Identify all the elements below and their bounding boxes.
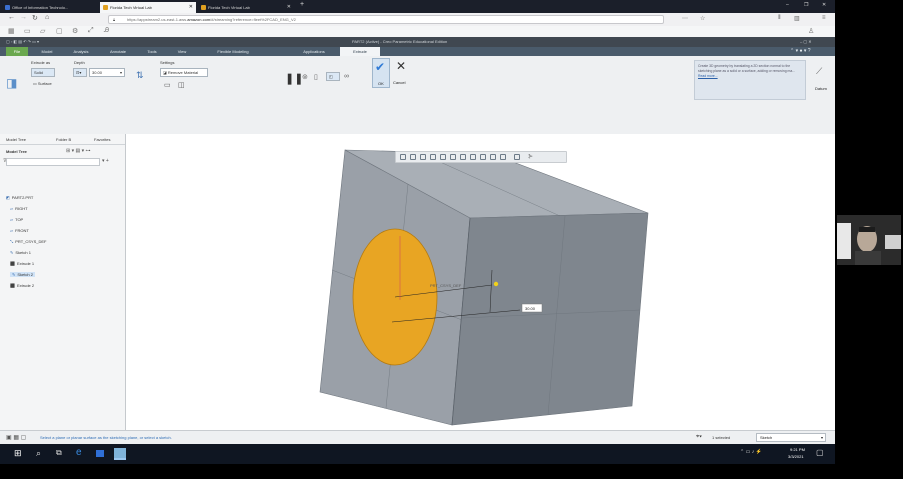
zoom-in-icon[interactable] [410,154,416,160]
perspective-icon[interactable] [470,154,476,160]
filter-value: Sketch [760,435,773,440]
sketch-view-icon[interactable] [514,154,520,160]
clock-date: 3/3/2021 [788,454,804,459]
saved-orientations-icon[interactable] [450,154,456,160]
status-bar: ▣ ▦ ▢ Select a plane or planar surface a… [0,430,835,445]
status-message: Select a plane or planar surface as the … [40,435,172,440]
webcam-thumbnail [837,215,901,265]
system-tray-icons[interactable]: ⌃ ▭ ♪ ⚡ [740,449,762,455]
annotation-display-icon[interactable] [490,154,496,160]
view-manager-icon[interactable] [460,154,466,160]
refit-icon[interactable] [400,154,406,160]
windows-taskbar: ⊞ ⌕ ⧉ e ⌃ ▭ ♪ ⚡ 9:21 PM 3/3/2021 ▢ [0,444,835,464]
remote-desktop-screen: Office of Information Technolo... Florid… [0,0,835,479]
repaint-icon[interactable] [430,154,436,160]
datum-display-icon[interactable] [480,154,486,160]
selection-filter-icon[interactable]: ⌖▾ [696,434,702,441]
creo-app-icon[interactable] [114,448,126,460]
zoom-out-icon[interactable] [420,154,426,160]
depth-dimension-value[interactable]: 30.00 [525,306,536,311]
display-style-icon[interactable] [440,154,446,160]
search-icon[interactable]: ⌕ [36,448,41,459]
edge-icon[interactable]: e [76,447,82,458]
file-explorer-icon[interactable] [96,450,104,457]
selected-count: 1 selected [712,435,731,440]
letterbox-bottom [0,464,835,479]
chevron-down-icon: ▾ [820,435,823,440]
more-tools-icon[interactable]: ⊱ [528,153,533,160]
filter-dropdown[interactable]: Sketch ▾ [756,433,826,442]
view-toolbar: ⊱ [395,151,567,163]
drag-handle-point[interactable] [493,281,499,287]
start-icon[interactable]: ⊞ [14,448,22,459]
task-view-icon[interactable]: ⧉ [56,448,62,458]
webcam-person-image [837,215,901,265]
model-viewport[interactable]: PRT_CSYS_DEF 30.00 [0,0,835,479]
spin-center-icon[interactable] [500,154,506,160]
csys-label: PRT_CSYS_DEF [430,283,462,288]
notifications-icon[interactable]: ▢ [816,448,824,457]
clock-time: 9:21 PM [790,447,805,452]
status-icons[interactable]: ▣ ▦ ▢ [6,434,26,441]
